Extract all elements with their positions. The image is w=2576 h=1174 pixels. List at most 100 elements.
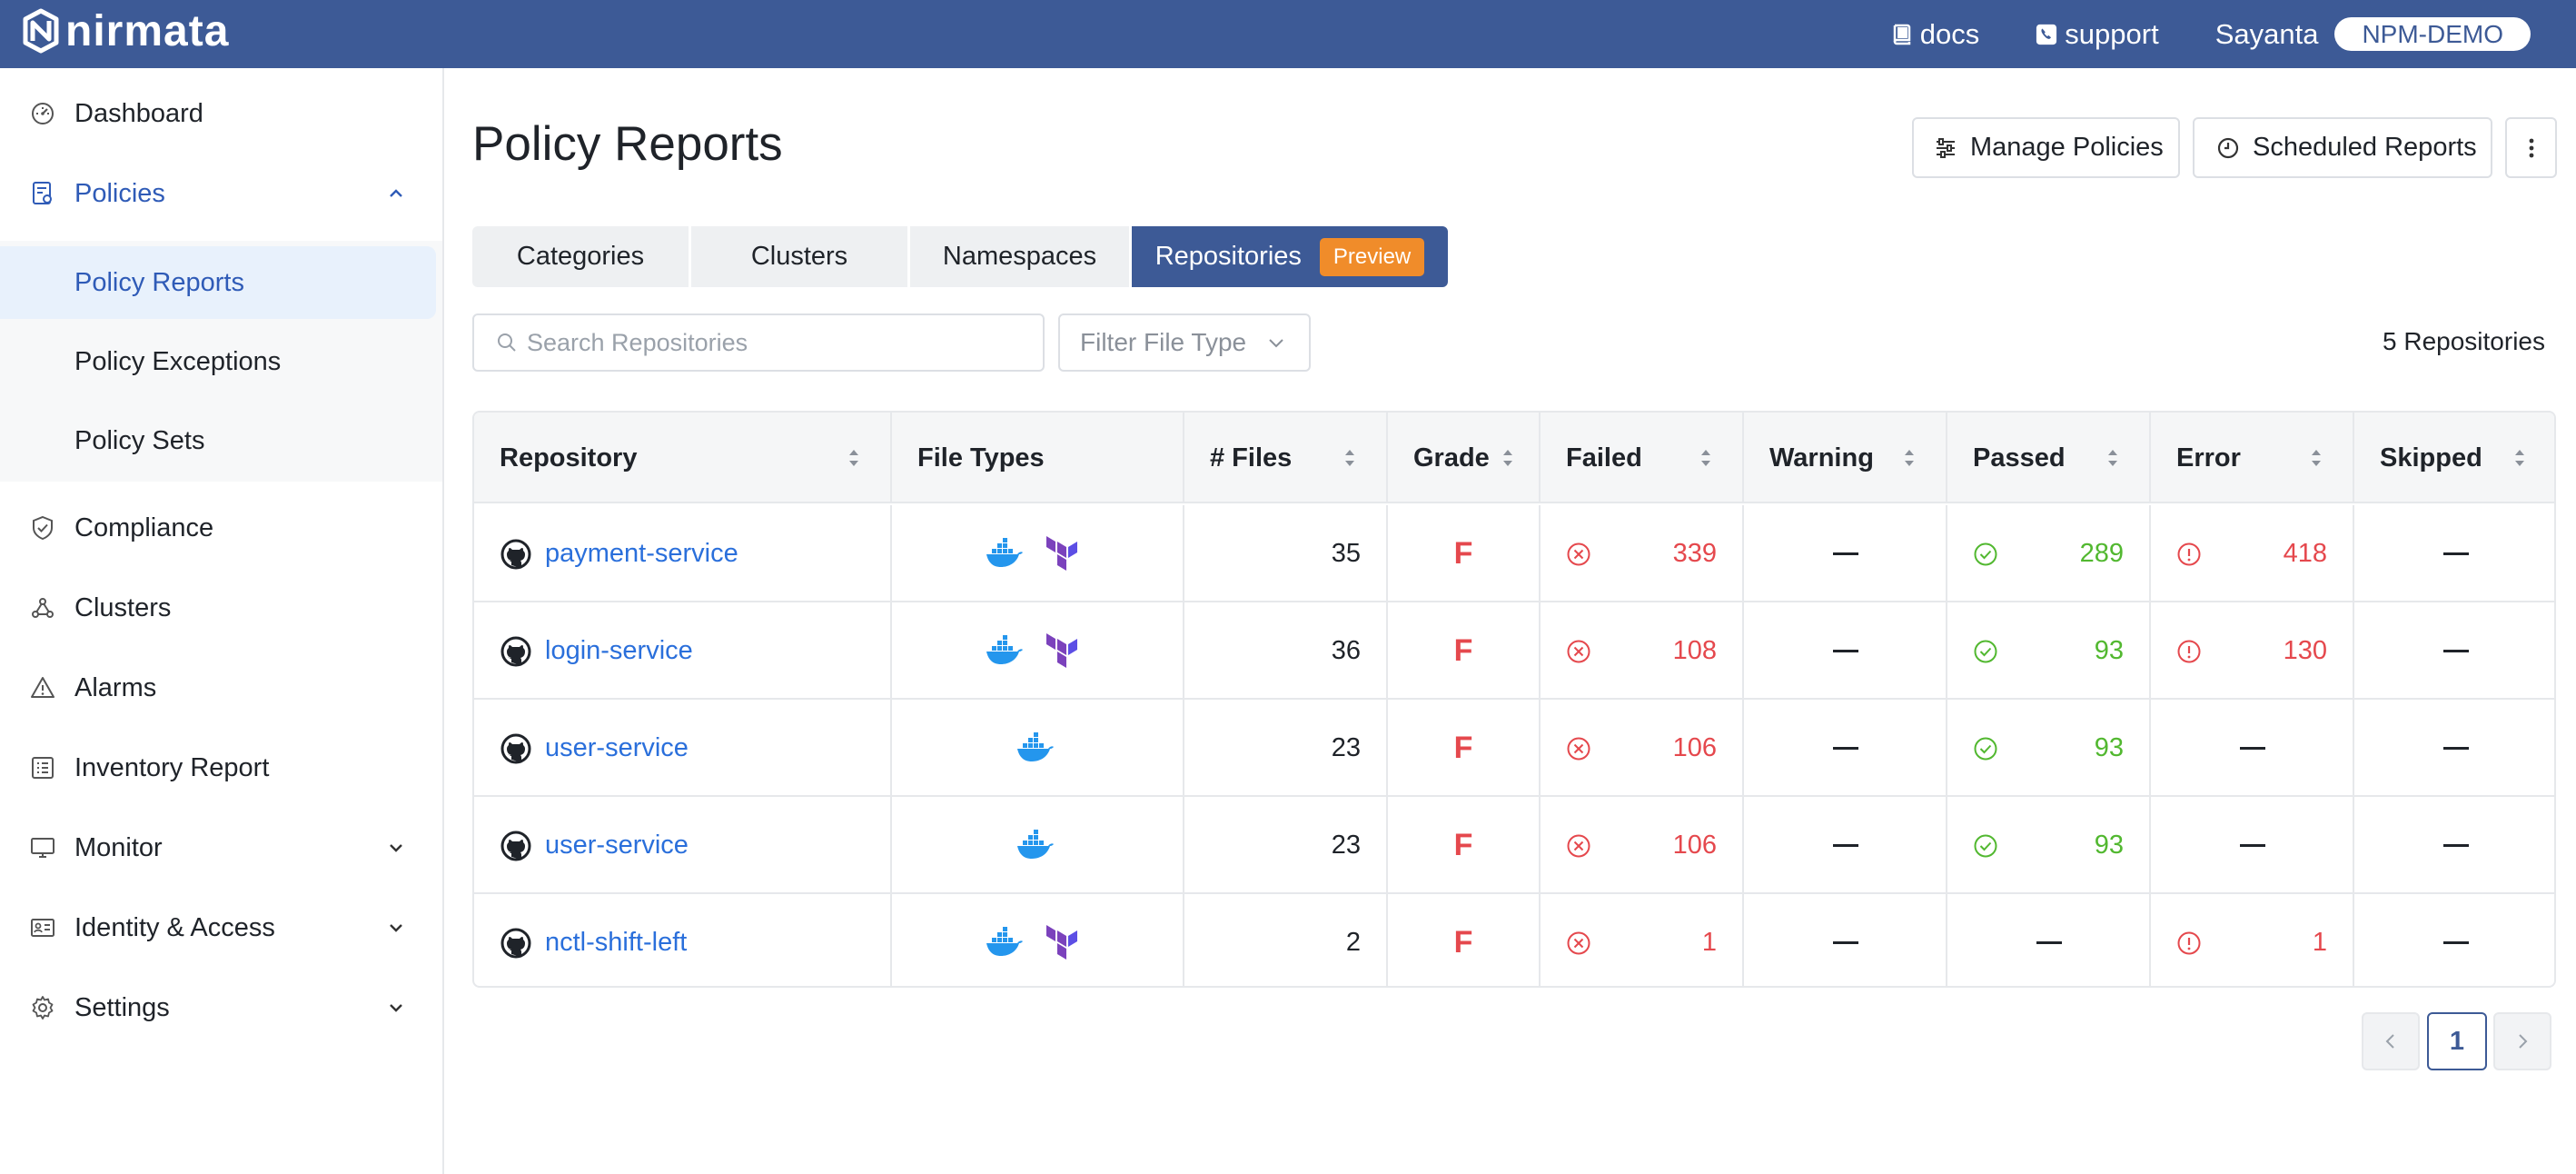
file-type-icons <box>1016 731 1055 767</box>
repository-link[interactable]: user-service <box>545 831 689 861</box>
sort-icon <box>849 450 858 466</box>
grade-cell: F <box>1388 700 1541 797</box>
table-row[interactable]: login-service 36 F 108 93 130 <box>474 602 2554 700</box>
error-cell <box>2151 797 2354 894</box>
column-header-error[interactable]: Error <box>2151 413 2354 503</box>
error-cell-value: 418 <box>2283 539 2327 568</box>
empty-value-dash <box>1833 844 1858 847</box>
id-card-icon <box>29 914 56 941</box>
tab-namespaces[interactable]: Namespaces <box>910 226 1129 287</box>
sidebar-item-inventory-report[interactable]: Inventory Report <box>0 735 442 801</box>
sidebar-item-policy-reports[interactable]: Policy Reports <box>0 246 436 319</box>
policy-icon <box>29 180 56 207</box>
column-header-warning[interactable]: Warning <box>1744 413 1947 503</box>
filter-file-type-select[interactable]: Filter File Type <box>1058 313 1311 372</box>
repository-cell: user-service <box>474 797 892 894</box>
nirmata-logo[interactable]: nirmata <box>20 5 229 56</box>
search-icon <box>498 333 516 352</box>
tab-repositories[interactable]: Repositories Preview <box>1132 226 1448 287</box>
skipped-cell <box>2354 700 2554 797</box>
docker-icon <box>1017 731 1054 761</box>
passed-cell-value: 289 <box>2079 539 2124 568</box>
docs-label: docs <box>1919 17 1980 50</box>
sidebar-item-monitor[interactable]: Monitor <box>0 815 442 880</box>
grade-value: F <box>1453 731 1473 765</box>
failed-icon <box>1567 640 1590 662</box>
file-type-icons <box>985 535 1083 572</box>
support-link[interactable]: support <box>2036 18 2159 51</box>
failed-cell-value: 339 <box>1672 539 1717 568</box>
files-count: 23 <box>1331 733 1361 762</box>
terraform-icon <box>1046 632 1077 668</box>
tab-clusters[interactable]: Clusters <box>691 226 907 287</box>
pagination-next-button[interactable] <box>2493 1012 2551 1070</box>
column-label: File Types <box>917 443 1045 473</box>
more-options-button[interactable] <box>2505 117 2557 178</box>
table-row[interactable]: user-service 23 F 106 93 <box>474 797 2554 894</box>
scheduled-reports-button[interactable]: Scheduled Reports <box>2193 117 2492 178</box>
file-type-icons <box>985 632 1083 670</box>
table-row[interactable]: nctl-shift-left 2 F 1 1 <box>474 894 2554 986</box>
table-row[interactable]: user-service 23 F 106 93 <box>474 700 2554 797</box>
column-header-failed[interactable]: Failed <box>1541 413 1744 503</box>
org-selector[interactable]: NPM-DEMO <box>2334 17 2531 51</box>
skipped-cell <box>2354 797 2554 894</box>
skipped-cell <box>2354 894 2554 986</box>
sidebar-item-policy-exceptions[interactable]: Policy Exceptions <box>0 325 442 398</box>
empty-value-dash <box>2240 844 2265 847</box>
sort-icon <box>1345 450 1354 466</box>
sidebar-item-label: Monitor <box>74 832 163 862</box>
repository-link[interactable]: login-service <box>545 636 693 666</box>
failed-cell-value: 106 <box>1672 733 1717 762</box>
sidebar-item-settings[interactable]: Settings <box>0 975 442 1040</box>
sidebar-item-clusters[interactable]: Clusters <box>0 575 442 641</box>
phone-icon <box>2036 24 2057 45</box>
sort-icon <box>2108 450 2117 466</box>
pagination-current-page[interactable]: 1 <box>2427 1012 2487 1070</box>
sidebar-item-dashboard[interactable]: Dashboard <box>0 81 442 146</box>
error-icon <box>2177 931 2201 954</box>
search-input[interactable] <box>527 328 1035 357</box>
column-header-passed[interactable]: Passed <box>1947 413 2151 503</box>
repository-link[interactable]: user-service <box>545 733 689 763</box>
docs-link[interactable]: docs <box>1891 18 1979 51</box>
files-count: 36 <box>1331 636 1361 665</box>
sort-icon <box>1503 450 1512 466</box>
failed-cell: 108 <box>1541 602 1744 700</box>
column-header-repository[interactable]: Repository <box>474 413 892 503</box>
docker-icon <box>986 634 1023 664</box>
file-types-cell <box>892 602 1184 700</box>
monitor-icon <box>29 834 56 861</box>
sidebar-item-compliance[interactable]: Compliance <box>0 495 442 561</box>
file-types-cell <box>892 894 1184 986</box>
sidebar-item-identity-access[interactable]: Identity & Access <box>0 895 442 960</box>
column-header-skipped[interactable]: Skipped <box>2354 413 2554 503</box>
grade-cell: F <box>1388 797 1541 894</box>
sidebar-item-label: Clusters <box>74 592 172 622</box>
manage-policies-button[interactable]: Manage Policies <box>1912 117 2180 178</box>
tab-categories[interactable]: Categories <box>472 226 689 287</box>
repository-link[interactable]: payment-service <box>545 539 738 569</box>
more-vertical-icon <box>2529 138 2533 157</box>
github-icon <box>500 831 531 861</box>
sidebar-item-policy-sets[interactable]: Policy Sets <box>0 404 442 477</box>
sidebar-item-label: Inventory Report <box>74 752 270 782</box>
repository-link[interactable]: nctl-shift-left <box>545 928 687 958</box>
file-type-icons <box>1016 828 1055 864</box>
failed-cell-value: 1 <box>1701 928 1717 957</box>
pagination-prev-button[interactable] <box>2362 1012 2420 1070</box>
table-row[interactable]: payment-service 35 F 339 289 418 <box>474 505 2554 602</box>
nirmata-logo-icon <box>23 8 59 54</box>
empty-value-dash <box>1833 650 1858 652</box>
skipped-cell <box>2354 602 2554 700</box>
passed-cell-value: 93 <box>2094 831 2124 860</box>
sidebar-item-policies[interactable]: Policies <box>0 161 442 226</box>
column-header-grade[interactable]: Grade <box>1388 413 1541 503</box>
sidebar-item-alarms[interactable]: Alarms <box>0 655 442 721</box>
repository-cell: login-service <box>474 602 892 700</box>
terraform-icon <box>1046 535 1077 571</box>
topbar-right: docs support Sayanta NPM-DEMO <box>1891 0 2576 68</box>
user-name[interactable]: Sayanta <box>2215 18 2319 51</box>
column-header-files[interactable]: # Files <box>1184 413 1388 503</box>
error-cell: 418 <box>2151 505 2354 602</box>
